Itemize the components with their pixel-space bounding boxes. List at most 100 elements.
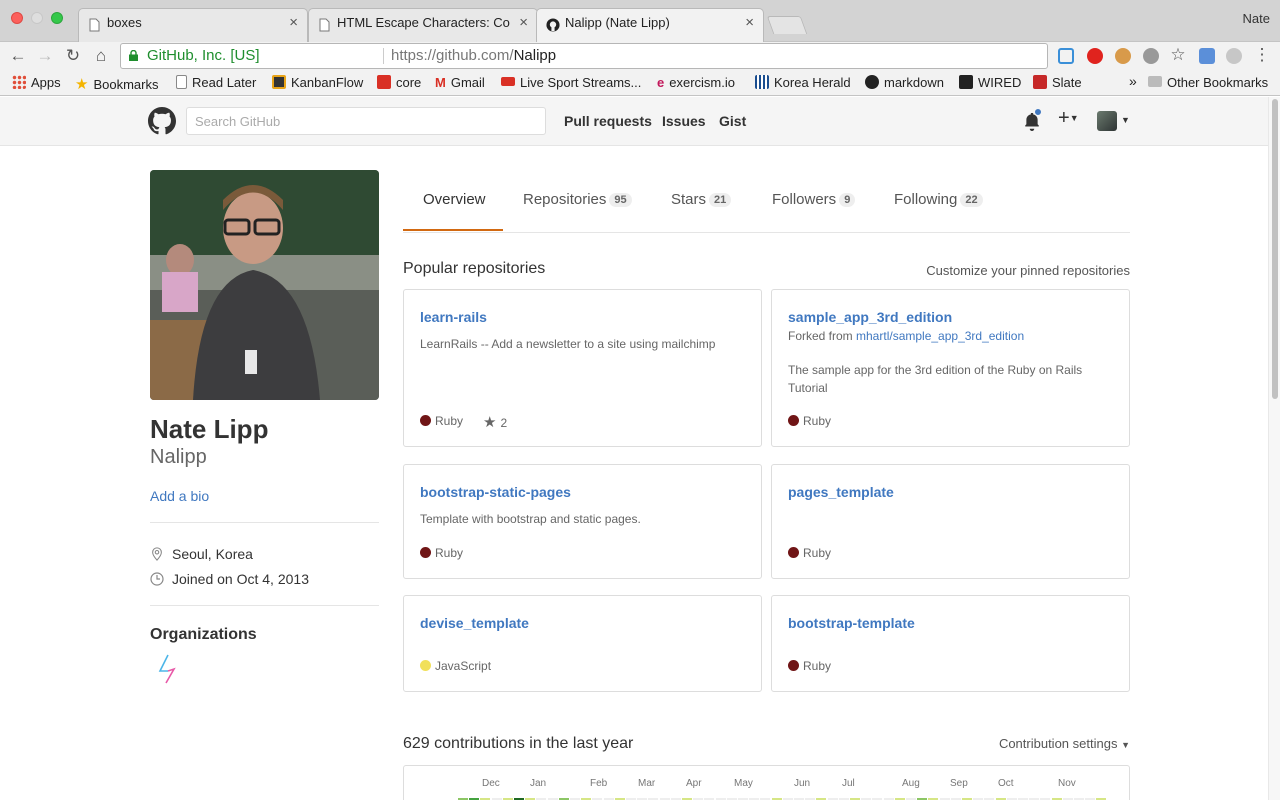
profile-joined: Joined on Oct 4, 2013 [150, 571, 309, 587]
bookmark-exercism[interactable]: e exercism.io [657, 75, 735, 90]
language-label: Ruby [435, 546, 464, 560]
browser-tab-active[interactable]: Nalipp (Nate Lipp) × [536, 8, 764, 42]
tab-following[interactable]: Following 22 [894, 191, 983, 208]
tab-stars[interactable]: Stars 21 [671, 191, 732, 208]
calendar-month-label: May [734, 778, 753, 789]
repo-language: JavaScript [420, 659, 491, 673]
bookmark-label: Bookmarks [93, 77, 159, 92]
bookmark-bookmarks[interactable]: ★ Bookmarks [75, 75, 159, 93]
fork-source-link[interactable]: mhartl/sample_app_3rd_edition [856, 329, 1024, 343]
repo-stars[interactable]: ★ 2 [483, 413, 507, 431]
bookmark-slate[interactable]: Slate [1033, 75, 1082, 90]
bookmarks-overflow-chevron[interactable]: » [1129, 73, 1137, 89]
page-scrollbar[interactable] [1268, 97, 1280, 800]
chevron-down-icon[interactable]: ▼ [1121, 115, 1130, 125]
language-color-dot [420, 547, 431, 558]
close-tab-icon[interactable]: × [745, 14, 754, 31]
repo-name-link[interactable]: learn-rails [420, 309, 487, 325]
nav-pull-requests[interactable]: Pull requests [564, 113, 652, 129]
tab-repositories[interactable]: Repositories 95 [523, 191, 632, 208]
bookmark-gmail[interactable]: M Gmail [435, 75, 485, 90]
language-color-dot [420, 660, 431, 671]
home-icon[interactable]: ⌂ [91, 46, 111, 66]
folder-icon [1148, 76, 1162, 87]
bookmark-label: Korea Herald [774, 75, 851, 90]
url-prefix: https://github.com/ [391, 47, 514, 64]
repo-name-link[interactable]: bootstrap-static-pages [420, 484, 571, 500]
bookmark-star-icon[interactable]: ☆ [1168, 45, 1188, 65]
ev-certificate-label: GitHub, Inc. [US] [147, 47, 260, 64]
extension-icon[interactable] [1199, 48, 1215, 64]
minimize-window-button[interactable] [31, 12, 43, 24]
scrollbar-thumb[interactable] [1272, 99, 1278, 399]
address-bar[interactable]: GitHub, Inc. [US] https://github.com/Nal… [120, 43, 1048, 69]
maximize-window-button[interactable] [51, 12, 63, 24]
page-icon [319, 18, 330, 32]
bookmark-apps[interactable]: Apps [12, 75, 61, 90]
profile-avatar[interactable] [150, 170, 379, 400]
new-tab-button[interactable] [766, 16, 808, 34]
bookmark-other[interactable]: Other Bookmarks [1148, 75, 1268, 90]
contribution-calendar: Dec Jan Feb Mar Apr May Jun Jul Aug Sep … [403, 765, 1130, 800]
repo-card: sample_app_3rd_edition Forked from mhart… [771, 289, 1130, 447]
bookmark-label: Gmail [450, 75, 485, 90]
herald-icon [755, 75, 769, 89]
github-logo-icon[interactable] [148, 107, 176, 135]
repo-name-link[interactable]: devise_template [420, 615, 529, 631]
url-text: https://github.com/Nalipp [391, 44, 556, 68]
github-header: Pull requests Issues Gist +▼ ▼ [0, 97, 1268, 146]
github-search-input[interactable] [186, 107, 546, 135]
bookmark-wired[interactable]: WIRED [959, 75, 1021, 90]
exercism-icon: e [657, 75, 665, 90]
bookmark-live-sport[interactable]: Live Sport Streams... [501, 75, 641, 90]
menu-kebab-icon[interactable]: ⋮ [1252, 45, 1272, 65]
bookmark-label: Slate [1052, 75, 1082, 90]
browser-tab[interactable]: boxes × [78, 8, 308, 42]
divider [150, 605, 379, 606]
forward-arrow-icon[interactable]: → [35, 46, 55, 66]
calendar-month-label: Nov [1058, 778, 1076, 789]
tab-followers[interactable]: Followers 9 [772, 191, 856, 208]
nav-gist[interactable]: Gist [719, 113, 746, 129]
contribution-settings-dropdown[interactable]: Contribution settings ▼ [999, 736, 1130, 751]
cookie-extension-icon[interactable] [1115, 48, 1131, 64]
bookmark-korea-herald[interactable]: Korea Herald [755, 75, 851, 90]
repo-name-link[interactable]: bootstrap-template [788, 615, 915, 631]
customize-pins-link[interactable]: Customize your pinned repositories [926, 263, 1130, 278]
popular-repos-heading: Popular repositories [403, 260, 546, 277]
tab-overview[interactable]: Overview [423, 191, 486, 208]
repo-name-link[interactable]: pages_template [788, 484, 894, 500]
repo-card: devise_template JavaScript [403, 595, 762, 692]
cloud-extension-icon[interactable] [1226, 48, 1242, 64]
extension-icon[interactable] [1058, 48, 1074, 64]
bookmark-markdown[interactable]: markdown [865, 75, 944, 90]
tab-label: Stars [671, 191, 707, 208]
bookmark-kanbanflow[interactable]: KanbanFlow [272, 75, 363, 90]
tab-label: Followers [772, 191, 837, 208]
repo-card: pages_template Ruby [771, 464, 1130, 579]
back-arrow-icon[interactable]: ← [8, 46, 28, 66]
opera-extension-icon[interactable] [1087, 48, 1103, 64]
add-bio-link[interactable]: Add a bio [150, 488, 209, 504]
star-icon: ★ [483, 414, 497, 431]
browser-tab[interactable]: HTML Escape Characters: Co × [308, 8, 538, 42]
profile-username: Nalipp [150, 446, 207, 468]
organization-logo-icon[interactable] [156, 653, 178, 685]
nav-issues[interactable]: Issues [662, 113, 706, 129]
bug-extension-icon[interactable] [1143, 48, 1159, 64]
slate-icon [1033, 75, 1047, 89]
language-color-dot [788, 660, 799, 671]
user-avatar-small[interactable] [1097, 111, 1117, 131]
bookmark-core[interactable]: core [377, 75, 421, 90]
calendar-month-label: Mar [638, 778, 656, 789]
close-window-button[interactable] [11, 12, 23, 24]
calendar-month-label: Aug [902, 778, 920, 789]
create-new-plus-icon[interactable]: +▼ [1058, 107, 1079, 130]
close-tab-icon[interactable]: × [289, 14, 298, 31]
close-tab-icon[interactable]: × [519, 14, 528, 31]
repo-language: Ruby [788, 659, 831, 673]
reload-icon[interactable]: ↻ [63, 46, 83, 66]
repo-name-link[interactable]: sample_app_3rd_edition [788, 309, 952, 325]
browser-profile-name[interactable]: Nate [1243, 11, 1270, 26]
bookmark-read-later[interactable]: Read Later [176, 75, 256, 90]
